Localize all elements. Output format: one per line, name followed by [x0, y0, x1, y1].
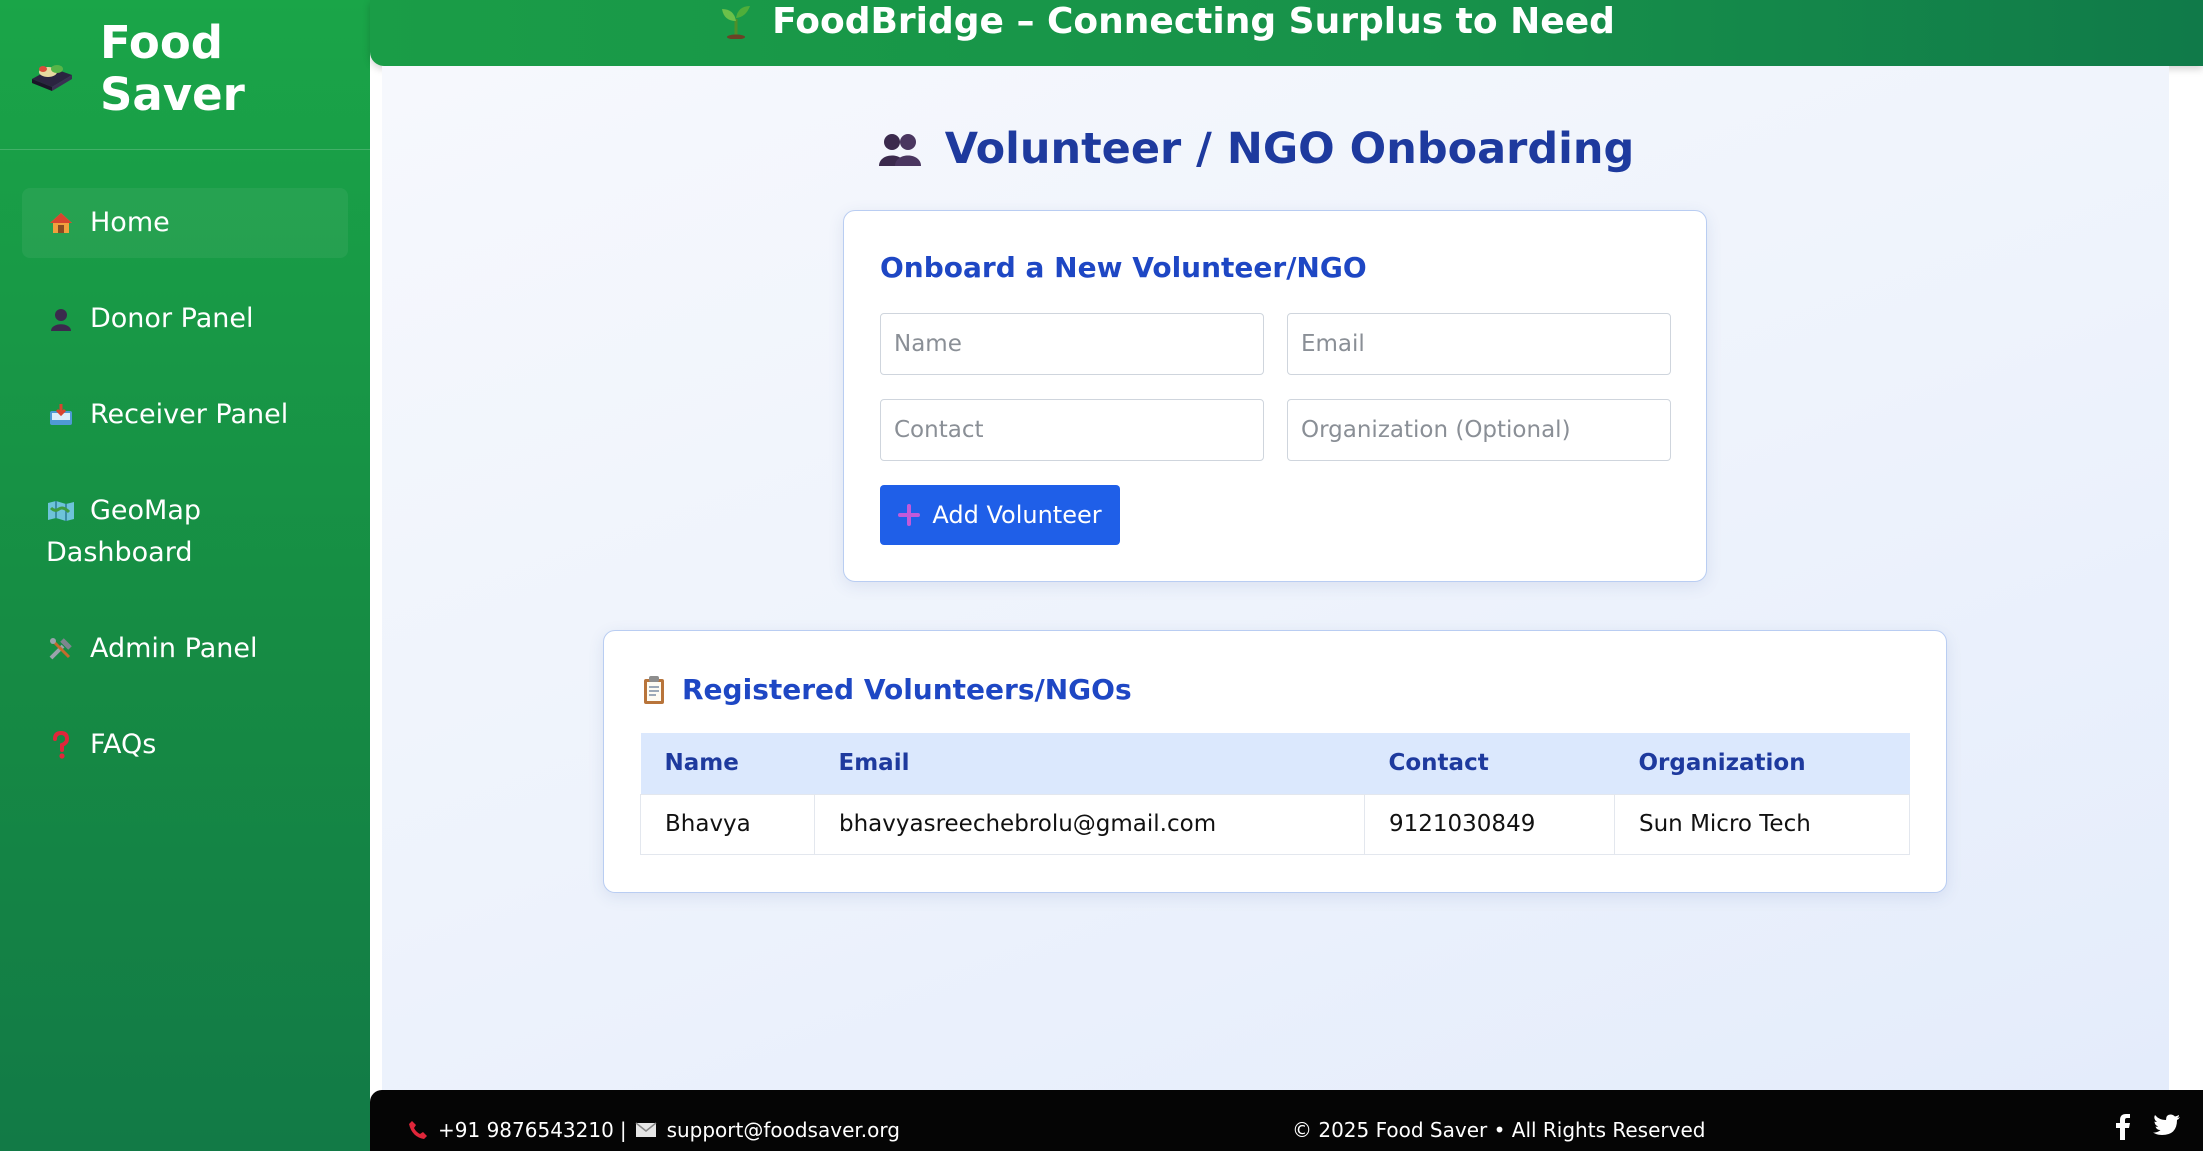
sidebar-item-label: FAQs — [90, 729, 157, 760]
envelope-icon — [635, 1122, 657, 1138]
brand[interactable]: Food Saver — [0, 0, 370, 150]
twitter-icon[interactable] — [2153, 1114, 2181, 1140]
facebook-icon[interactable] — [2115, 1114, 2131, 1140]
table-header-row: Name Email Contact Organization — [640, 733, 1910, 794]
organization-input[interactable] — [1287, 399, 1671, 461]
add-volunteer-label: Add Volunteer — [932, 501, 1102, 529]
volunteer-table: Name Email Contact Organization Bhavya b… — [640, 733, 1910, 855]
top-header: FoodBridge – Connecting Surplus to Need — [370, 0, 2203, 66]
brand-name: Food Saver — [100, 15, 245, 121]
seedling-icon — [718, 3, 754, 39]
contact-input[interactable] — [880, 399, 1264, 461]
name-input[interactable] — [880, 313, 1264, 375]
question-icon — [46, 724, 76, 766]
sidebar-item-donor-panel[interactable]: Donor Panel — [22, 284, 348, 354]
email-input[interactable] — [1287, 313, 1671, 375]
plus-icon — [898, 504, 921, 526]
sidebar: Food Saver Home Donor Panel Receiver Pan… — [0, 0, 370, 1151]
column-header-contact[interactable]: Contact — [1364, 733, 1615, 794]
page-title-wrap: Volunteer / NGO Onboarding — [382, 124, 2169, 174]
cell-name: Bhavya — [640, 793, 815, 855]
sidebar-item-geomap-dashboard[interactable]: GeoMap Dashboard — [22, 476, 348, 588]
list-title-wrap: Registered Volunteers/NGOs — [642, 673, 1132, 706]
sidebar-item-faqs[interactable]: FAQs — [22, 710, 348, 780]
sidebar-item-home[interactable]: Home — [22, 188, 348, 258]
column-header-organization[interactable]: Organization — [1614, 733, 1910, 794]
page-title: Volunteer / NGO Onboarding — [944, 124, 1635, 174]
column-header-name[interactable]: Name — [640, 733, 815, 794]
people-icon — [877, 130, 923, 168]
footer: +91 9876543210 | support@foodsaver.org ©… — [370, 1090, 2203, 1151]
sidebar-item-receiver-panel[interactable]: Receiver Panel — [22, 380, 348, 450]
column-header-email[interactable]: Email — [814, 733, 1365, 794]
sidebar-item-label: Home — [90, 207, 170, 238]
sidebar-item-label: Receiver Panel — [90, 399, 289, 430]
header-title: FoodBridge – Connecting Surplus to Need — [772, 0, 1615, 42]
cell-organization: Sun Micro Tech — [1614, 793, 1910, 855]
form-title: Onboard a New Volunteer/NGO — [880, 251, 1367, 284]
table-row: Bhavya bhavyasreechebrolu@gmail.com 9121… — [640, 793, 1910, 855]
main-content: Volunteer / NGO Onboarding Onboard a New… — [382, 66, 2169, 1091]
inbox-tray-icon — [46, 394, 76, 436]
volunteer-list-card: Registered Volunteers/NGOs Name Email Co… — [603, 630, 1947, 893]
cell-contact: 9121030849 — [1364, 793, 1615, 855]
footer-separator: | — [619, 1118, 627, 1142]
sidebar-item-label: Donor Panel — [90, 303, 254, 334]
footer-contact: +91 9876543210 | support@foodsaver.org — [408, 1118, 900, 1142]
add-volunteer-button[interactable]: Add Volunteer — [880, 485, 1120, 545]
person-icon — [46, 298, 76, 340]
house-icon — [46, 202, 76, 244]
sidebar-item-admin-panel[interactable]: Admin Panel — [22, 614, 348, 684]
footer-social — [2115, 1114, 2181, 1140]
food-tray-icon — [28, 55, 80, 95]
onboard-form-card: Onboard a New Volunteer/NGO Add Voluntee… — [843, 210, 1707, 582]
header-title-wrap: FoodBridge – Connecting Surplus to Need — [718, 1, 1615, 42]
clipboard-icon — [642, 675, 666, 705]
footer-copyright: © 2025 Food Saver • All Rights Reserved — [1292, 1118, 1706, 1142]
list-title: Registered Volunteers/NGOs — [682, 673, 1132, 706]
sidebar-item-label: Admin Panel — [90, 633, 258, 664]
sidebar-item-label: GeoMap Dashboard — [46, 495, 202, 568]
footer-email[interactable]: support@foodsaver.org — [667, 1118, 900, 1142]
cell-email: bhavyasreechebrolu@gmail.com — [814, 793, 1365, 855]
footer-phone[interactable]: +91 9876543210 — [438, 1118, 614, 1142]
tools-icon — [46, 628, 76, 670]
phone-icon — [408, 1120, 428, 1140]
sidebar-nav: Home Donor Panel Receiver Panel GeoMap D… — [0, 150, 370, 780]
